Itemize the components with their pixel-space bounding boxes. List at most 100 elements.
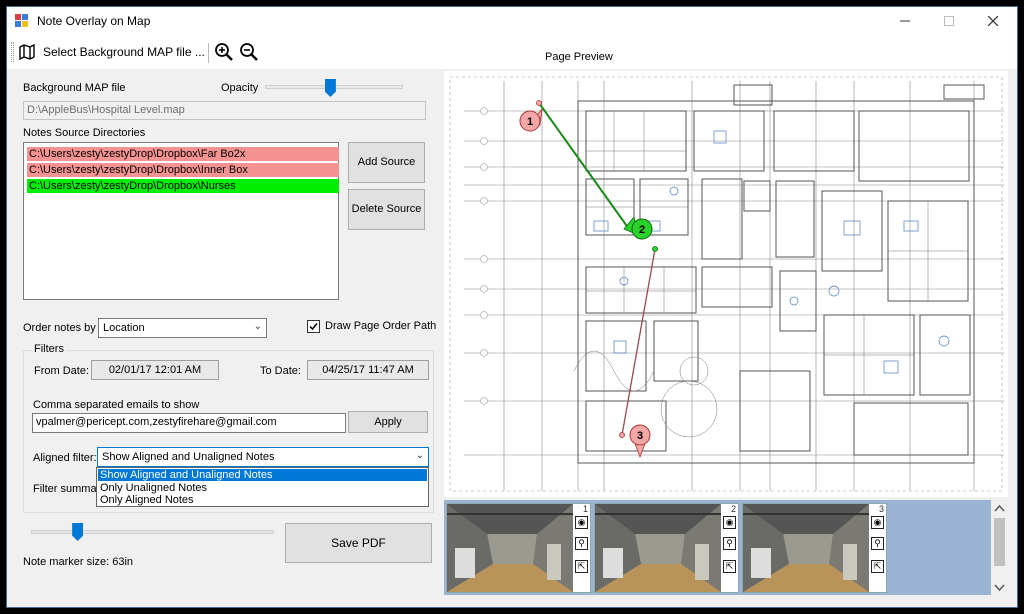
select-map-label: Select Background MAP file ... [43, 45, 205, 59]
thumbnail-actions: 3 ◉ ⚲ ⇱ [869, 504, 886, 592]
aligned-filter-label: Aligned filter: [33, 452, 97, 464]
source-item[interactable]: C:\Users\zesty\zestyDrop\Dropbox\Far Bo2… [27, 147, 339, 161]
map-icon [19, 44, 35, 60]
thumbnail-strip: 1 ◉ ⚲ ⇱ 2 ◉ ⚲ ⇱ 3 ◉ ⚲ ⇱ [444, 500, 991, 595]
page-preview-label: Page Preview [545, 51, 613, 63]
order-notes-label: Order notes by [23, 322, 96, 334]
note-marker-3-label: 3 [637, 430, 643, 442]
chevron-down-icon: ⌄ [415, 450, 424, 461]
thumbnail-photo [743, 504, 877, 592]
maximize-button[interactable] [927, 7, 971, 35]
delete-source-button[interactable]: Delete Source [348, 189, 425, 230]
source-item[interactable]: C:\Users\zesty\zestyDrop\Dropbox\Inner B… [27, 163, 339, 177]
aligned-filter-select[interactable]: Show Aligned and Unaligned Notes ⌄ [97, 447, 429, 467]
emails-field[interactable]: vpalmer@pericept.com,zestyfirehare@gmail… [32, 413, 346, 433]
close-button[interactable] [971, 7, 1015, 35]
notes-sources-label: Notes Source Directories [23, 127, 146, 139]
from-date-field[interactable]: 02/01/17 12:01 AM [91, 360, 219, 380]
draw-path-label: Draw Page Order Path [325, 320, 437, 332]
filters-group-label: Filters [32, 343, 66, 355]
path-segment-2-3 [621, 248, 656, 436]
marker-size-slider-thumb[interactable] [72, 523, 84, 541]
zoom-icon[interactable]: ⚲ [723, 537, 736, 550]
apply-button[interactable]: Apply [348, 411, 428, 433]
filter-summary-label: Filter summary [33, 483, 106, 495]
path-node [619, 432, 625, 438]
opacity-slider-thumb[interactable] [324, 79, 336, 97]
close-icon [988, 16, 998, 26]
thumbnail-actions: 1 ◉ ⚲ ⇱ [573, 504, 590, 592]
zoom-in-button[interactable] [214, 42, 234, 62]
export-icon[interactable]: ⇱ [871, 560, 884, 573]
page-preview-map[interactable]: 1 2 3 [444, 71, 1008, 497]
background-map-label: Background MAP file [23, 82, 126, 94]
note-thumbnail[interactable]: 1 ◉ ⚲ ⇱ [446, 503, 591, 593]
zoom-icon[interactable]: ⚲ [871, 537, 884, 550]
note-thumbnail[interactable]: 2 ◉ ⚲ ⇱ [594, 503, 739, 593]
zoom-in-icon [215, 43, 233, 61]
aligned-option[interactable]: Only Aligned Notes [98, 494, 427, 506]
source-item-path: C:\Users\zesty\zestyDrop\Dropbox\Far Bo2… [29, 148, 246, 160]
background-map-path-field[interactable]: D:\AppleBus\Hospital Level.map [23, 101, 426, 120]
location-pin-icon[interactable]: ◉ [871, 516, 884, 529]
source-item[interactable]: C:\Users\zesty\zestyDrop\Dropbox\Nurses [27, 179, 339, 193]
to-date-label-text: To Date: [260, 365, 301, 377]
source-item-path: C:\Users\zesty\zestyDrop\Dropbox\Inner B… [29, 164, 248, 176]
title-bar: Note Overlay on Map [7, 7, 1017, 35]
aligned-filter-dropdown: Show Aligned and Unaligned Notes Only Un… [96, 467, 429, 507]
note-marker-1[interactable]: 1 [519, 107, 543, 132]
thumbnail-number: 3 [878, 504, 884, 514]
zoom-out-button[interactable] [239, 42, 259, 62]
scroll-up-icon[interactable] [991, 502, 1008, 516]
scrollbar-thumb[interactable] [994, 518, 1005, 566]
from-date-label: From Date: [34, 365, 90, 377]
order-notes-value: Location [103, 322, 145, 334]
path-segment-1-2 [538, 102, 630, 230]
app-window: Note Overlay on Map Select Background MA… [6, 6, 1018, 608]
window-title: Note Overlay on Map [37, 14, 151, 28]
checkmark-icon [309, 323, 318, 331]
scroll-down-icon[interactable] [991, 580, 1008, 594]
note-marker-2[interactable]: 2 [623, 216, 653, 240]
export-icon[interactable]: ⇱ [723, 560, 736, 573]
location-pin-icon[interactable]: ◉ [723, 516, 736, 529]
toolbar-separator [208, 43, 209, 63]
aligned-option[interactable]: Show Aligned and Unaligned Notes [98, 469, 427, 481]
hallway-photo [595, 504, 721, 592]
toolbar: Select Background MAP file ... [7, 35, 1017, 69]
location-pin-icon[interactable]: ◉ [575, 516, 588, 529]
order-notes-select[interactable]: Location ⌄ [98, 318, 267, 338]
marker-size-label: Note marker size: 63in [23, 556, 134, 568]
thumbnail-scrollbar[interactable] [991, 500, 1008, 595]
note-thumbnail[interactable]: 3 ◉ ⚲ ⇱ [742, 503, 887, 593]
zoom-icon[interactable]: ⚲ [575, 537, 588, 550]
save-pdf-button[interactable]: Save PDF [285, 523, 432, 563]
note-marker-1-label: 1 [527, 116, 533, 128]
thumbnail-photo [447, 504, 581, 592]
path-node [652, 246, 658, 252]
opacity-label: Opacity [221, 82, 259, 94]
export-icon[interactable]: ⇱ [575, 560, 588, 573]
maximize-icon [944, 16, 954, 26]
note-marker-2-label: 2 [639, 224, 645, 236]
chevron-down-icon: ⌄ [253, 321, 262, 332]
thumbnail-number: 2 [730, 504, 736, 514]
zoom-out-icon [240, 43, 258, 61]
to-date-field[interactable]: 04/25/17 11:47 AM [307, 360, 429, 380]
toolbar-grip [11, 42, 14, 62]
note-marker-3[interactable]: 3 [629, 424, 651, 459]
hallway-photo [743, 504, 869, 592]
aligned-option[interactable]: Only Unaligned Notes [98, 482, 427, 494]
notes-sources-list[interactable]: C:\Users\zesty\zestyDrop\Dropbox\Far Bo2… [23, 142, 339, 300]
hallway-photo [447, 504, 573, 592]
thumbnail-number: 1 [582, 504, 588, 514]
marker-size-slider-track[interactable] [31, 530, 274, 534]
select-map-button[interactable]: Select Background MAP file ... [19, 41, 207, 63]
minimize-icon [900, 20, 910, 22]
emails-label: Comma separated emails to show [33, 399, 200, 411]
draw-path-checkbox[interactable] [307, 320, 320, 333]
minimize-button[interactable] [883, 7, 927, 35]
add-source-button[interactable]: Add Source [348, 142, 425, 183]
thumbnail-actions: 2 ◉ ⚲ ⇱ [721, 504, 738, 592]
floor-plan-drawing: 1 2 3 [449, 76, 1004, 492]
